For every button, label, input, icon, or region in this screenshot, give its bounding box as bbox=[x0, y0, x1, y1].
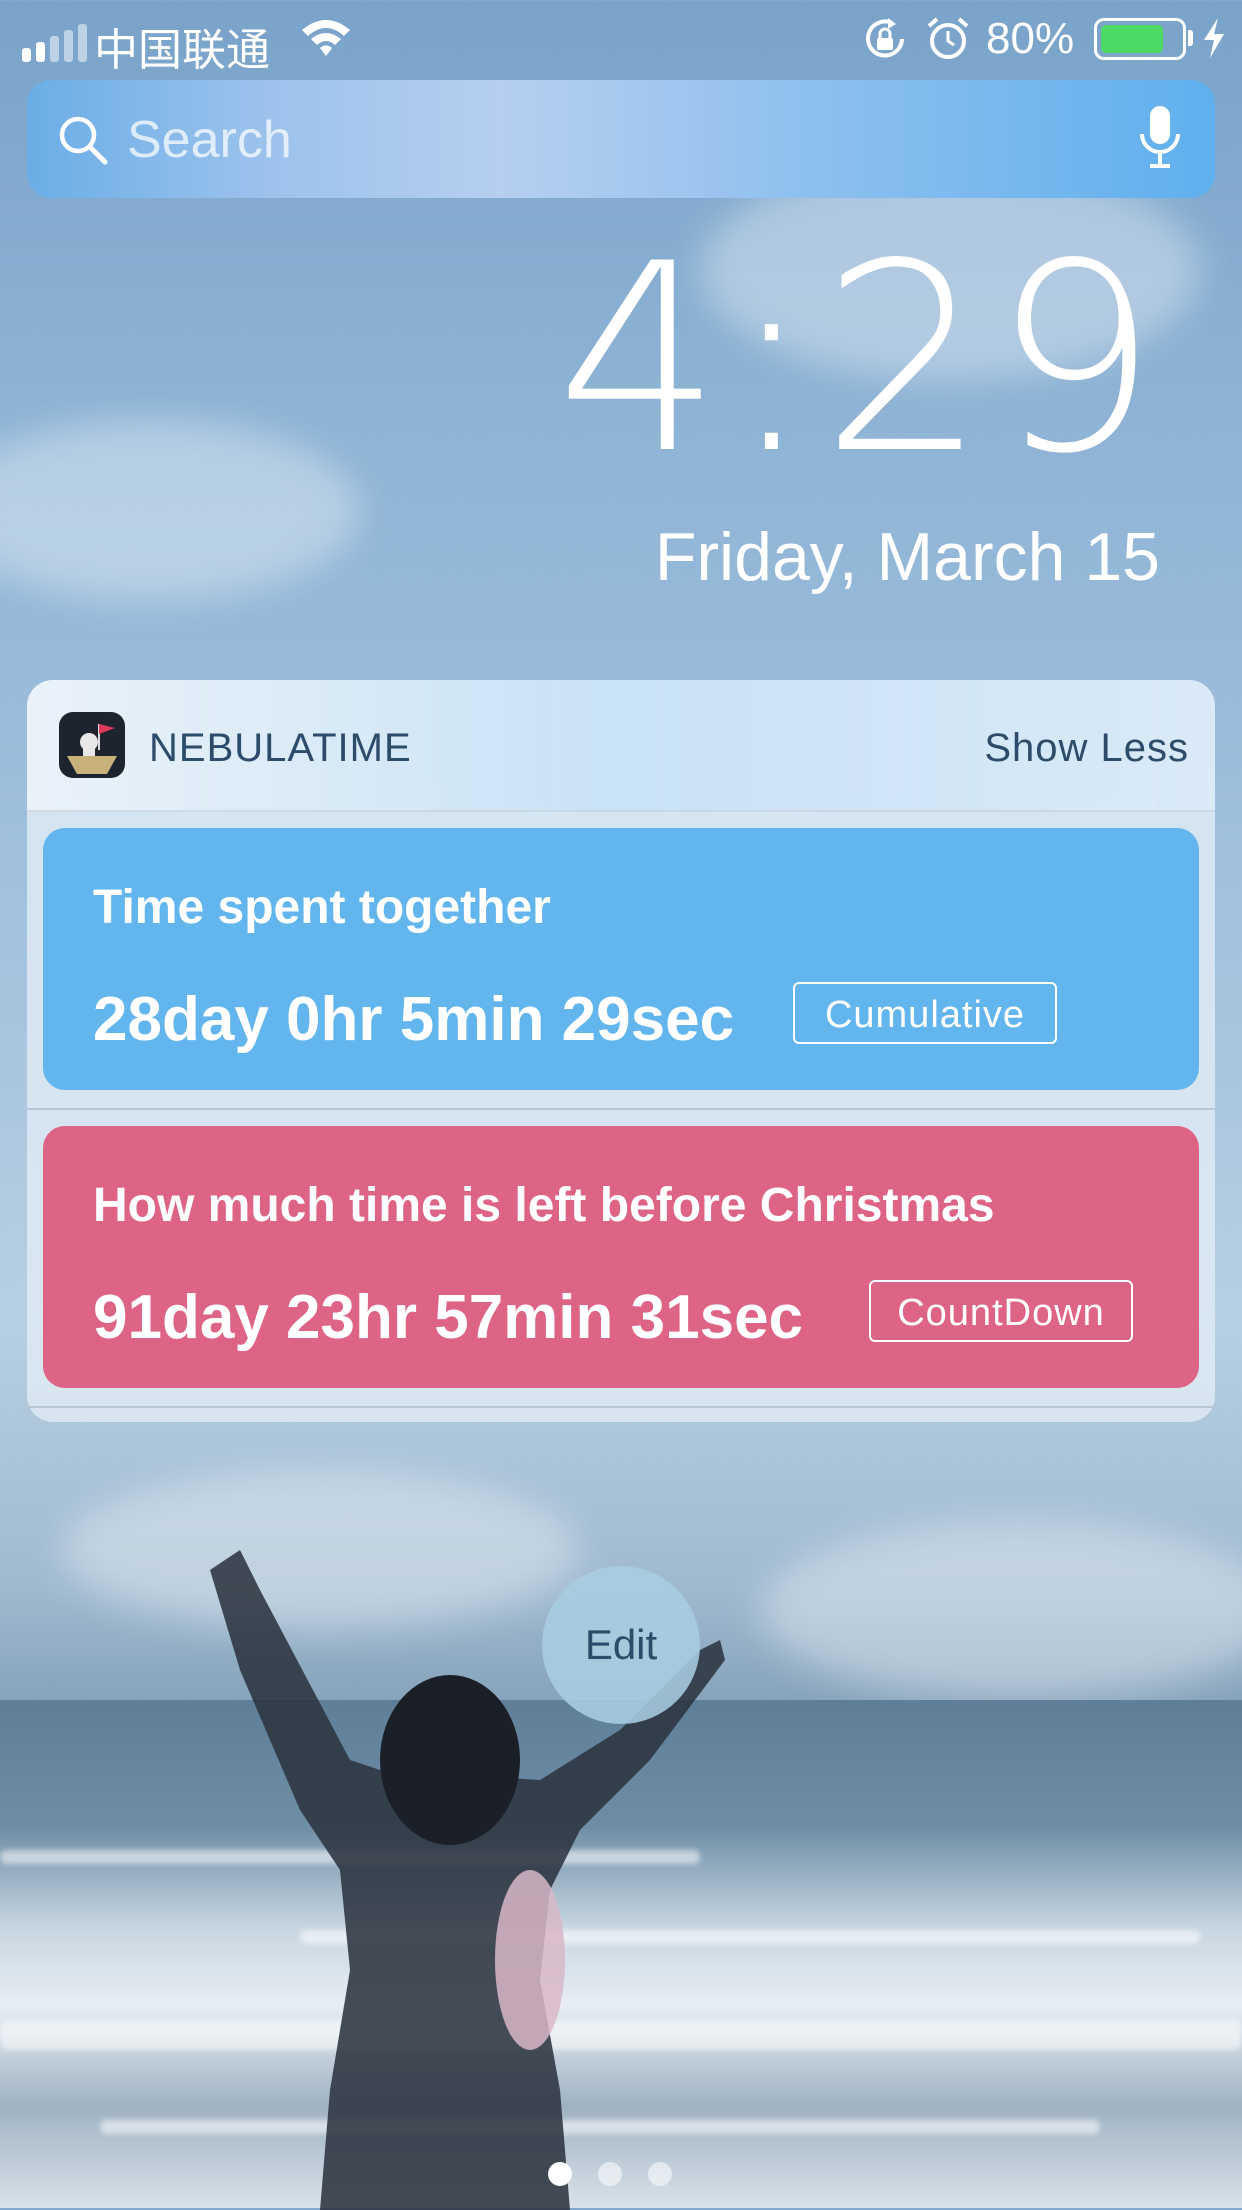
card-title: How much time is left before Christmas bbox=[93, 1179, 995, 1232]
card-value: 28day 0hr 5min 29sec bbox=[93, 985, 735, 1054]
card-badge: CountDown bbox=[869, 1280, 1133, 1342]
cloud bbox=[760, 1520, 1242, 1700]
battery-icon bbox=[1094, 18, 1186, 60]
charging-bolt-icon bbox=[1204, 18, 1224, 58]
alarm-icon bbox=[927, 17, 969, 59]
clock-time: 4:29 bbox=[556, 209, 1164, 511]
timer-card-cumulative[interactable]: Time spent together 28day 0hr 5min 29sec… bbox=[43, 828, 1199, 1090]
page-dot[interactable] bbox=[598, 2162, 622, 2186]
nebulatime-widget: NEBULATIME Show Less Time spent together… bbox=[27, 680, 1215, 1422]
status-bar: 中国联通 80% bbox=[0, 0, 1242, 78]
microphone-icon[interactable] bbox=[1137, 104, 1183, 174]
search-icon bbox=[59, 116, 108, 165]
card-badge: Cumulative bbox=[793, 982, 1057, 1044]
clock-date: Friday, March 15 bbox=[654, 519, 1160, 595]
widget-header: NEBULATIME Show Less bbox=[27, 680, 1215, 812]
page-dot[interactable] bbox=[548, 2162, 572, 2186]
timer-card-countdown[interactable]: How much time is left before Christmas 9… bbox=[43, 1126, 1199, 1388]
divider bbox=[27, 1406, 1215, 1408]
show-less-button[interactable]: Show Less bbox=[984, 726, 1189, 771]
page-indicator[interactable] bbox=[548, 2162, 672, 2186]
card-value: 91day 23hr 57min 31sec bbox=[93, 1283, 804, 1352]
search-bar[interactable]: Search bbox=[27, 80, 1215, 198]
divider bbox=[27, 1108, 1215, 1110]
wifi-icon bbox=[302, 20, 350, 56]
cloud bbox=[0, 420, 360, 600]
battery-tip bbox=[1188, 30, 1193, 46]
rotation-lock-icon bbox=[866, 18, 904, 58]
page-dot-camera[interactable] bbox=[648, 2162, 672, 2186]
signal-icon bbox=[22, 24, 87, 62]
widget-app-name: NEBULATIME bbox=[149, 726, 412, 770]
search-input[interactable]: Search bbox=[127, 110, 292, 170]
card-title: Time spent together bbox=[93, 881, 551, 934]
battery-fill bbox=[1101, 25, 1163, 53]
edit-widgets-button[interactable]: Edit bbox=[542, 1566, 700, 1724]
nebulatime-app-icon[interactable] bbox=[59, 712, 125, 778]
battery-percent: 80% bbox=[986, 14, 1075, 63]
carrier-label: 中国联通 bbox=[94, 26, 270, 75]
